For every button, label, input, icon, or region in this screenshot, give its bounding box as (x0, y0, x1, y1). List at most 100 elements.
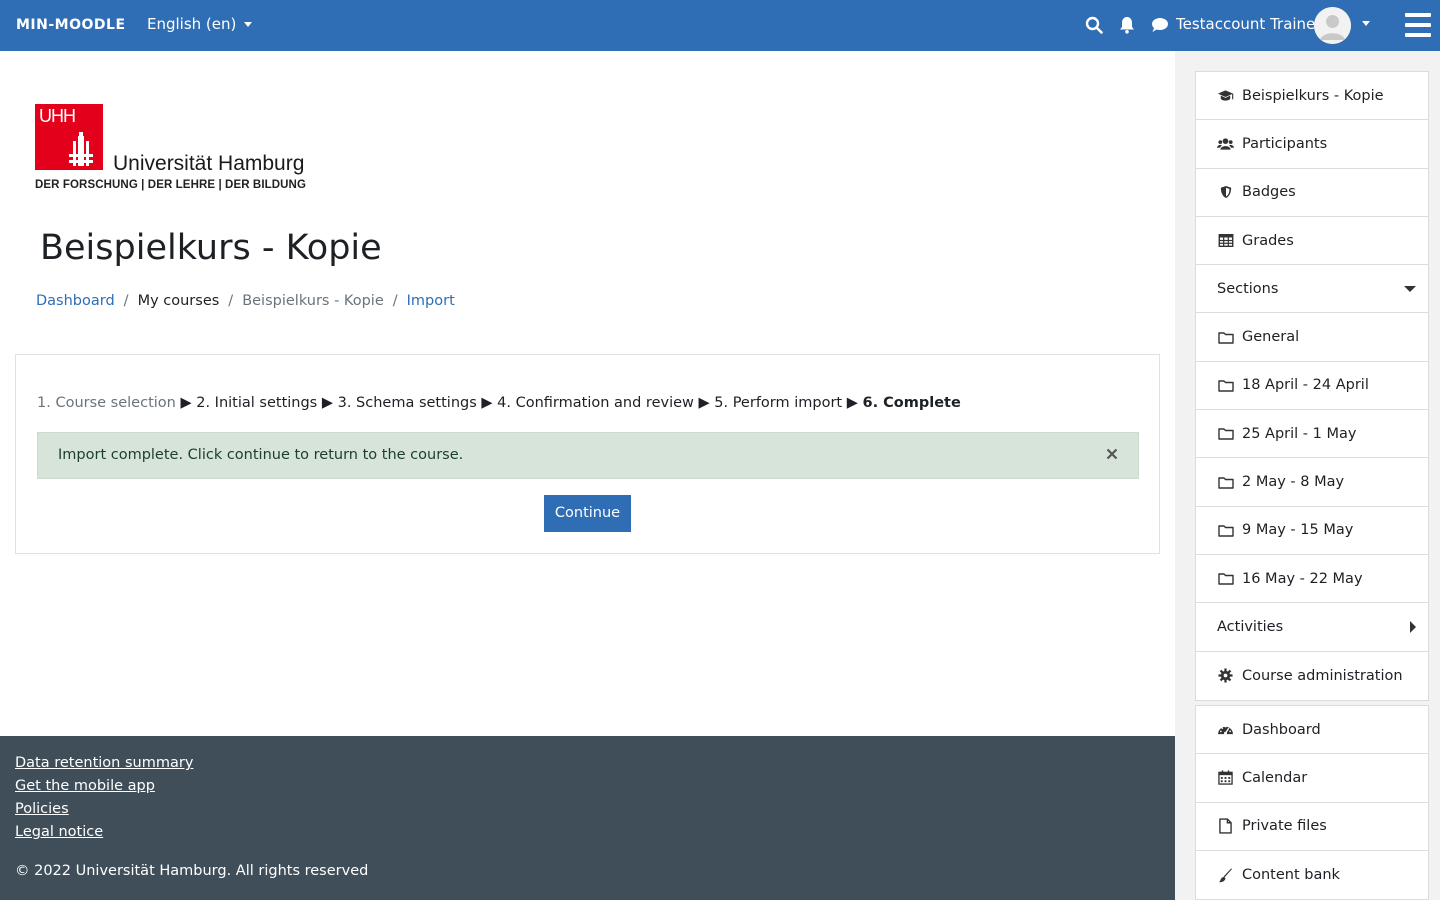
user-name[interactable]: Testaccount Trainer (1176, 15, 1321, 33)
import-steps: 1. Course selection ▶ 2. Initial setting… (37, 395, 961, 411)
message-icon[interactable] (1151, 17, 1169, 33)
step-perform-import: 5. Perform import (714, 395, 843, 411)
continue-button[interactable]: Continue (544, 495, 631, 532)
footer-link-legal-notice[interactable]: Legal notice (15, 824, 103, 840)
nav-label: Badges (1242, 184, 1296, 201)
breadcrumb-separator: / (392, 293, 398, 309)
breadcrumb-course[interactable]: Beispielkurs - Kopie (242, 293, 384, 309)
nav-item-badges[interactable]: Badges (1196, 169, 1428, 217)
search-icon[interactable] (1085, 16, 1103, 34)
folder-icon (1217, 377, 1234, 393)
copyright-text: © 2022 Universität Hamburg. All rights r… (15, 863, 369, 879)
nav-label: 9 May - 15 May (1242, 522, 1354, 539)
folder-icon (1217, 474, 1234, 490)
bell-icon[interactable] (1119, 16, 1135, 34)
close-icon[interactable] (1106, 448, 1118, 460)
nav-label: 16 May - 22 May (1242, 570, 1363, 587)
breadcrumb-separator: / (228, 293, 234, 309)
folder-icon (1217, 426, 1234, 442)
nav-item-participants[interactable]: Participants (1196, 120, 1428, 169)
step-confirmation: 4. Confirmation and review (497, 395, 694, 411)
nav-label: Calendar (1242, 769, 1308, 786)
castle-icon (69, 132, 93, 166)
nav-item-course[interactable]: Beispielkurs - Kopie (1196, 72, 1428, 121)
nav-item-section-1[interactable]: 18 April - 24 April (1196, 362, 1428, 411)
users-icon (1217, 136, 1234, 152)
hamburger-icon[interactable] (1405, 13, 1431, 37)
user-menu-chevron-icon[interactable] (1362, 21, 1370, 26)
step-separator: ▶ (321, 395, 338, 411)
folder-icon (1217, 329, 1234, 345)
nav-label: General (1242, 329, 1300, 346)
page-footer: Data retention summary Get the mobile ap… (0, 736, 1175, 900)
nav-label: Participants (1242, 135, 1328, 152)
file-icon (1217, 818, 1234, 834)
nav-label: Private files (1242, 818, 1327, 835)
nav-item-section-3[interactable]: 2 May - 8 May (1196, 458, 1428, 507)
step-separator: ▶ (481, 395, 498, 411)
nav-item-grades[interactable]: Grades (1196, 217, 1428, 266)
gear-icon (1217, 668, 1234, 684)
nav-label: Sections (1217, 280, 1279, 297)
brush-icon (1217, 867, 1234, 883)
step-complete: 6. Complete (862, 395, 961, 411)
nav-label: Grades (1242, 232, 1294, 249)
language-label: English (en) (147, 15, 237, 33)
logo-tagline: DER FORSCHUNG | DER LEHRE | DER BILDUNG (35, 179, 307, 191)
avatar[interactable] (1314, 7, 1351, 44)
nav-item-section-general[interactable]: General (1196, 313, 1428, 362)
import-card: 1. Course selection ▶ 2. Initial setting… (15, 354, 1160, 554)
nav-item-section-5[interactable]: 16 May - 22 May (1196, 555, 1428, 604)
nav-item-private-files[interactable]: Private files (1196, 803, 1428, 851)
site-brand[interactable]: MIN-MOODLE (16, 17, 126, 33)
nav-label: Beispielkurs - Kopie (1242, 87, 1384, 104)
nav-item-activities[interactable]: Activities (1196, 603, 1428, 652)
step-separator: ▶ (698, 395, 715, 411)
nav-item-calendar[interactable]: Calendar (1196, 754, 1428, 803)
step-initial-settings: 2. Initial settings (196, 395, 318, 411)
nav-label: Content bank (1242, 867, 1340, 884)
language-menu[interactable]: English (en) (147, 15, 253, 33)
page-title: Beispielkurs - Kopie (40, 228, 382, 268)
university-logo[interactable]: UHH Universität Hamburg DER FORSCHUNG | … (35, 104, 325, 196)
chevron-down-icon (244, 21, 253, 27)
site-nav-group: Dashboard Calendar Private files Content… (1195, 705, 1429, 900)
nav-item-content-bank[interactable]: Content bank (1196, 851, 1428, 899)
breadcrumb-separator: / (123, 293, 129, 309)
main-region: UHH Universität Hamburg DER FORSCHUNG | … (0, 51, 1175, 736)
alert-message: Import complete. Click continue to retur… (58, 447, 464, 463)
navigation-drawer: Beispielkurs - Kopie Participants Badges… (1175, 51, 1440, 900)
collapse-down-icon[interactable] (1404, 285, 1416, 292)
tachometer-icon (1217, 722, 1234, 738)
nav-item-dashboard[interactable]: Dashboard (1196, 706, 1428, 755)
step-course-selection: 1. Course selection (37, 395, 176, 411)
logo-name: Universität Hamburg (113, 152, 305, 175)
nav-label: 2 May - 8 May (1242, 474, 1345, 491)
footer-link-policies[interactable]: Policies (15, 801, 69, 817)
step-schema-settings: 3. Schema settings (337, 395, 477, 411)
top-navbar: MIN-MOODLE English (en) Testaccount Trai… (0, 0, 1440, 51)
shield-icon (1217, 184, 1234, 200)
breadcrumb-import[interactable]: Import (407, 293, 455, 309)
nav-label: 25 April - 1 May (1242, 425, 1357, 442)
nav-item-section-2[interactable]: 25 April - 1 May (1196, 410, 1428, 459)
folder-icon (1217, 522, 1234, 538)
nav-item-section-4[interactable]: 9 May - 15 May (1196, 507, 1428, 555)
nav-label: 18 April - 24 April (1242, 377, 1369, 394)
footer-link-data-retention[interactable]: Data retention summary (15, 755, 193, 771)
nav-label: Course administration (1242, 667, 1403, 684)
logo-mark: UHH (35, 104, 103, 170)
footer-link-mobile-app[interactable]: Get the mobile app (15, 778, 155, 794)
folder-icon (1217, 571, 1234, 587)
nav-item-sections[interactable]: Sections (1196, 265, 1428, 314)
user-avatar-icon (1314, 7, 1351, 44)
graduation-cap-icon (1217, 88, 1234, 104)
step-separator: ▶ (846, 395, 863, 411)
expand-right-icon[interactable] (1410, 620, 1416, 633)
breadcrumb-dashboard[interactable]: Dashboard (36, 293, 115, 309)
nav-label: Activities (1217, 618, 1284, 635)
success-alert: Import complete. Click continue to retur… (37, 432, 1139, 479)
nav-item-course-administration[interactable]: Course administration (1196, 652, 1428, 700)
breadcrumb-my-courses: My courses (137, 293, 220, 309)
nav-label: Dashboard (1242, 721, 1321, 738)
